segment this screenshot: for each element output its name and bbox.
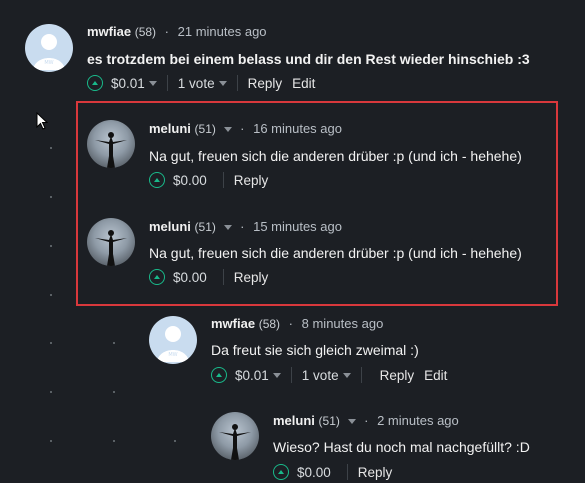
comment-footer: $0.00 Reply	[273, 464, 392, 480]
payout-value[interactable]: $0.00	[297, 465, 331, 480]
thread-dot	[113, 391, 115, 393]
separator-dot: ·	[164, 24, 170, 39]
vote-count[interactable]: 1 vote	[178, 76, 215, 91]
divider	[360, 367, 362, 383]
thread-dot	[50, 440, 52, 442]
timestamp[interactable]: 21 minutes ago	[178, 24, 267, 39]
comment-text: Na gut, freuen sich die anderen drüber :…	[149, 148, 522, 164]
upvote-circle-icon[interactable]	[273, 464, 289, 480]
comment-footer: $0.00 Reply	[149, 269, 268, 285]
upvote-circle-icon[interactable]	[87, 75, 103, 91]
chevron-down-icon[interactable]	[218, 80, 227, 86]
divider	[222, 172, 224, 188]
comment-meta: meluni (51) · 15 minutes ago	[149, 219, 342, 234]
divider	[290, 367, 292, 383]
user-avatar[interactable]	[87, 120, 135, 168]
thread-dot	[113, 440, 115, 442]
reply-button[interactable]: Reply	[234, 173, 269, 188]
thread-dot	[50, 294, 52, 296]
timestamp[interactable]: 16 minutes ago	[253, 121, 342, 136]
svg-text:MW: MW	[44, 60, 53, 66]
author-reputation: (51)	[194, 122, 216, 136]
author-reputation: (58)	[258, 317, 281, 331]
chevron-down-icon[interactable]	[342, 372, 351, 378]
divider	[236, 75, 238, 91]
comment-text: Na gut, freuen sich die anderen drüber :…	[149, 245, 522, 261]
chevron-down-icon[interactable]	[223, 225, 232, 231]
comment-meta: mwfiae (58) · 21 minutes ago	[87, 24, 267, 39]
divider	[346, 464, 348, 480]
chevron-down-icon[interactable]	[223, 127, 232, 133]
reply-button[interactable]: Reply	[234, 270, 269, 285]
payout-value[interactable]: $0.00	[173, 173, 207, 188]
comment-meta: meluni (51) · 2 minutes ago	[273, 413, 459, 428]
author-name[interactable]: meluni	[273, 413, 315, 428]
comment-text: es trotzdem bei einem belass und dir den…	[87, 51, 530, 67]
chevron-down-icon[interactable]	[148, 80, 157, 86]
timestamp[interactable]: 2 minutes ago	[377, 413, 459, 428]
default-user-avatar-icon[interactable]: MW	[149, 316, 197, 364]
user-avatar[interactable]	[211, 412, 259, 460]
reply-button[interactable]: Reply	[358, 465, 393, 480]
comment-footer: $0.01 1 vote Reply Edit	[87, 75, 315, 91]
upvote-circle-icon[interactable]	[211, 367, 227, 383]
divider	[166, 75, 168, 91]
upvote-circle-icon[interactable]	[149, 269, 165, 285]
payout-value[interactable]: $0.01	[235, 368, 269, 383]
author-reputation: (51)	[318, 414, 340, 428]
separator-dot: ·	[240, 121, 245, 136]
comment-footer: $0.00 Reply	[149, 172, 268, 188]
comment-footer: $0.01 1 vote Reply Edit	[211, 367, 447, 383]
edit-button[interactable]: Edit	[424, 368, 447, 383]
timestamp[interactable]: 8 minutes ago	[302, 316, 384, 331]
author-name[interactable]: mwfiae	[87, 24, 131, 39]
separator-dot: ·	[364, 413, 369, 428]
separator-dot: ·	[240, 219, 245, 234]
thread-dot	[50, 245, 52, 247]
comment-meta: mwfiae (58) · 8 minutes ago	[211, 316, 383, 331]
mouse-pointer-icon	[36, 111, 49, 135]
thread-dot	[174, 440, 176, 442]
svg-text:MW: MW	[168, 352, 177, 358]
edit-button[interactable]: Edit	[292, 76, 315, 91]
author-name[interactable]: meluni	[149, 121, 191, 136]
separator-dot: ·	[288, 316, 294, 331]
thread-dot	[50, 196, 52, 198]
chevron-down-icon[interactable]	[272, 372, 281, 378]
comment-text: Da freut sie sich gleich zweimal :)	[211, 342, 419, 358]
reply-button[interactable]: Reply	[248, 76, 283, 91]
comment-text: Wieso? Hast du noch mal nachgefüllt? :D	[273, 439, 530, 455]
payout-value[interactable]: $0.00	[173, 270, 207, 285]
author-reputation: (58)	[134, 25, 157, 39]
upvote-circle-icon[interactable]	[149, 172, 165, 188]
author-reputation: (51)	[194, 220, 216, 234]
default-user-avatar-icon[interactable]: MW	[25, 24, 73, 72]
divider	[222, 269, 224, 285]
chevron-down-icon[interactable]	[347, 419, 356, 425]
thread-dot	[50, 342, 52, 344]
comment-meta: meluni (51) · 16 minutes ago	[149, 121, 342, 136]
timestamp[interactable]: 15 minutes ago	[253, 219, 342, 234]
thread-dot	[50, 147, 52, 149]
author-name[interactable]: meluni	[149, 219, 191, 234]
vote-count[interactable]: 1 vote	[302, 368, 339, 383]
thread-dot	[50, 391, 52, 393]
user-avatar[interactable]	[87, 218, 135, 266]
author-name[interactable]: mwfiae	[211, 316, 255, 331]
payout-value[interactable]: $0.01	[111, 76, 145, 91]
thread-dot	[113, 342, 115, 344]
reply-button[interactable]: Reply	[380, 368, 415, 383]
